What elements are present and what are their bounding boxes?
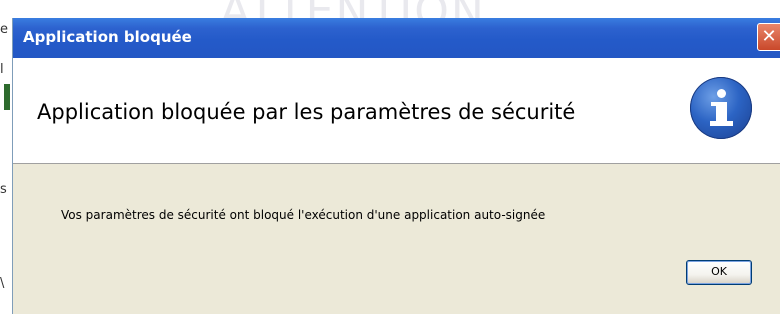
background-edge-char: s [0,182,7,197]
background-edge-char: e [0,22,8,37]
dialog-title: Application bloquée [23,28,192,46]
dialog-titlebar[interactable]: Application bloquée ✕ [13,18,780,58]
close-icon: ✕ [761,26,777,47]
background-left-strip: e l s \ [0,0,12,314]
info-icon-dot [717,89,726,98]
close-button[interactable]: ✕ [757,23,780,51]
background-green-bar [4,84,10,110]
blocked-app-dialog: Application bloquée ✕ Application bloqué… [12,18,780,314]
background-edge-char: l [0,62,4,77]
info-icon [690,77,752,139]
dialog-header-panel: Application bloquée par les paramètres d… [13,58,780,164]
info-icon-base [710,121,733,126]
ok-button[interactable]: OK [686,260,752,285]
dialog-message: Vos paramètres de sécurité ont bloqué l'… [61,208,546,222]
background-edge-char: \ [0,276,5,291]
dialog-header-text: Application bloquée par les paramètres d… [37,100,576,124]
info-icon-stem [716,102,727,122]
